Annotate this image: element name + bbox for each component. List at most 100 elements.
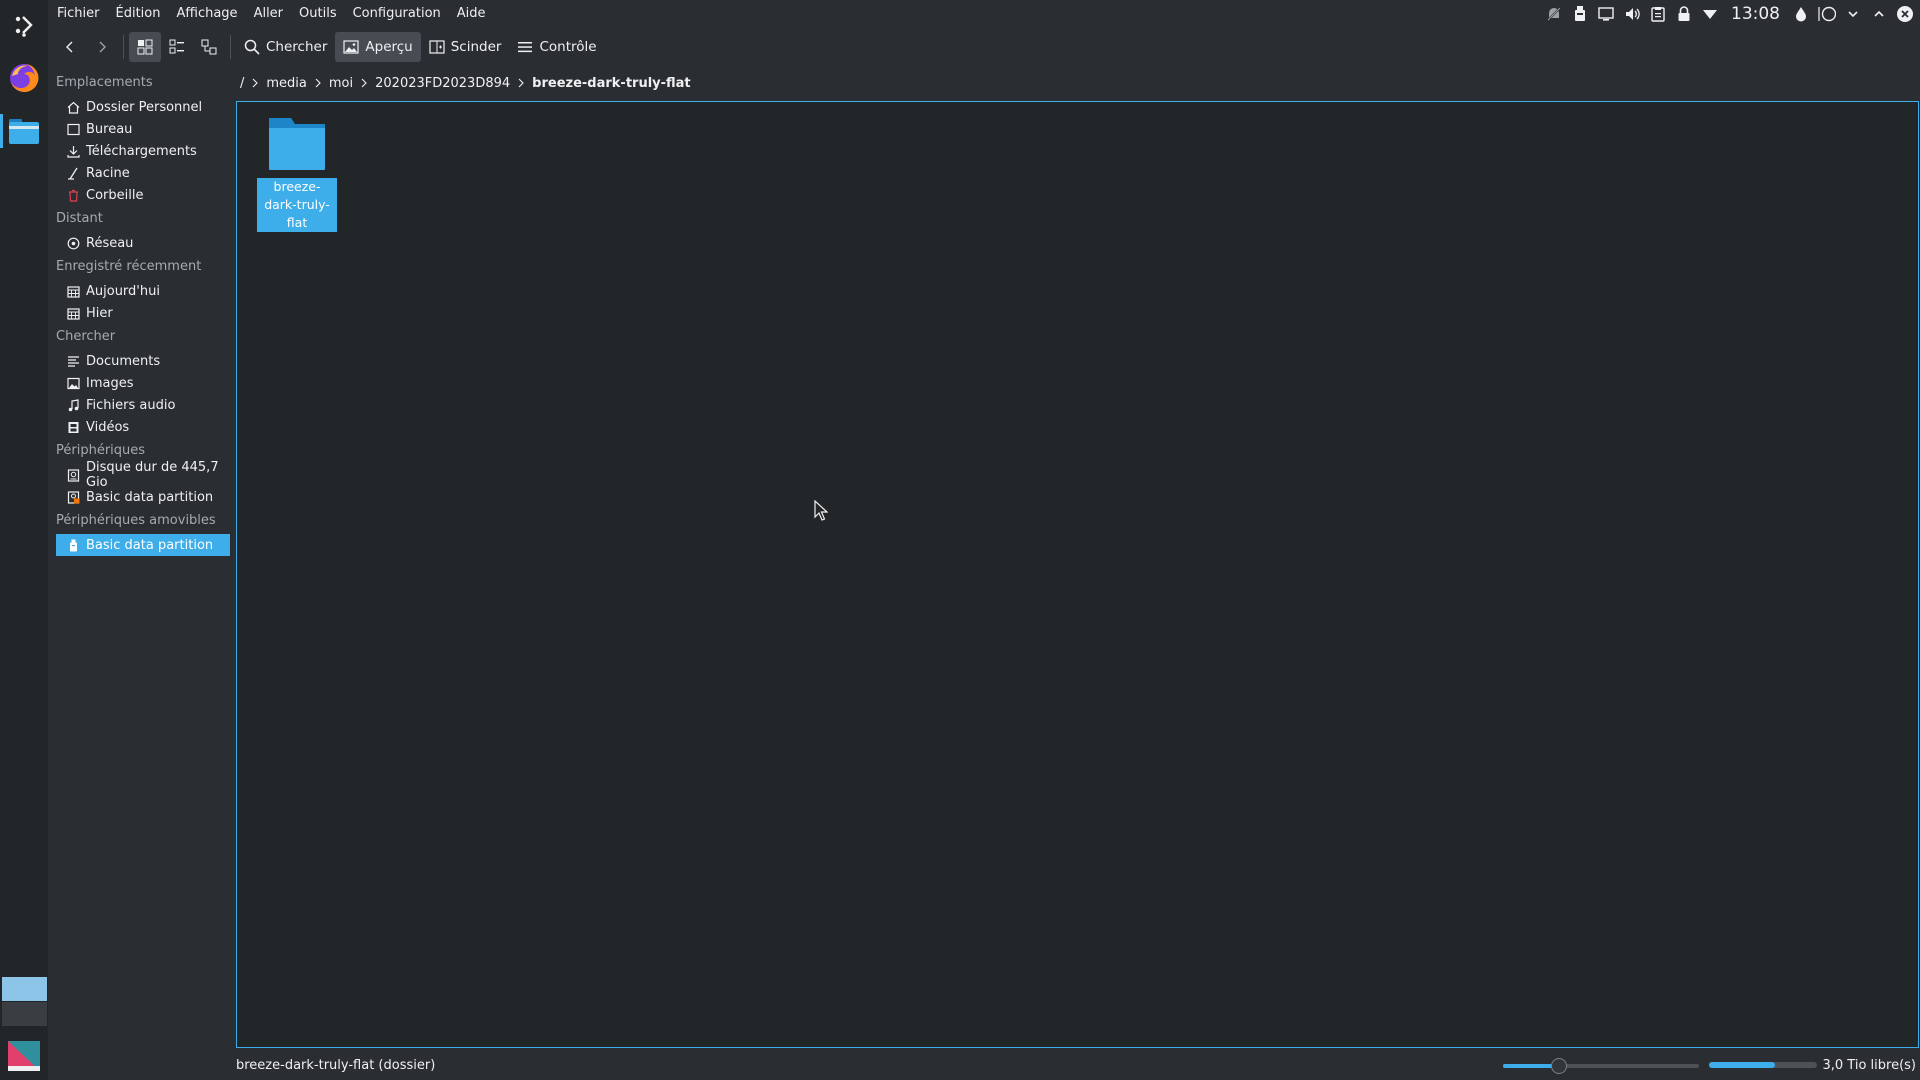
krita-app-icon[interactable] (0, 1038, 48, 1074)
toolbar-separator (230, 35, 231, 59)
video-icon (66, 420, 80, 434)
menu-configuration[interactable]: Configuration (345, 0, 449, 28)
place-item-removable-basic-data-partition[interactable]: Basic data partition (56, 534, 230, 556)
dolphin-file-manager-icon[interactable] (0, 110, 48, 152)
breadcrumb-part-moi[interactable]: moi (325, 76, 357, 91)
place-item-label: Aujourd'hui (86, 283, 160, 299)
place-item-network[interactable]: Réseau (56, 232, 230, 254)
close-window-icon[interactable] (1896, 5, 1914, 23)
hamburger-menu-icon (518, 42, 533, 53)
volume-icon[interactable] (1623, 5, 1641, 23)
place-item-label: Corbeille (86, 187, 144, 203)
place-item-trash[interactable]: Corbeille (56, 184, 230, 206)
main-toolbar: Chercher Aperçu Scinder Contrôle (48, 30, 1920, 64)
status-bar: breeze-dark-truly-flat (dossier) 3,0 Tio… (236, 1052, 1920, 1078)
menu-fichier[interactable]: Fichier (48, 0, 108, 28)
group-title: Enregistré récemment (56, 259, 202, 274)
place-item-label: Dossier Personnel (86, 99, 203, 115)
place-item-label: Images (86, 375, 134, 391)
place-item-harddisk[interactable]: Disque dur de 445,7 Gio (56, 460, 230, 490)
split-button[interactable]: Scinder (421, 32, 510, 62)
breadcrumb-part-media[interactable]: media (262, 76, 311, 91)
zoom-slider[interactable] (1502, 1055, 1699, 1075)
control-menu-button[interactable]: Contrôle (509, 32, 604, 62)
place-item-documents[interactable]: Documents (56, 350, 230, 372)
left-taskbar-panel (0, 0, 48, 1080)
place-item-basic-data-partition[interactable]: Basic data partition (56, 486, 230, 508)
usb-device-icon[interactable] (1571, 5, 1589, 23)
control-menu-label: Contrôle (539, 39, 597, 55)
application-launcher-icon[interactable] (0, 8, 48, 42)
place-item-downloads[interactable]: Téléchargements (56, 140, 230, 162)
forward-button[interactable] (86, 32, 118, 62)
calendar-icon (66, 284, 80, 298)
status-circle-icon[interactable] (1818, 5, 1836, 23)
usb-drive-icon (66, 538, 80, 552)
details-view-button[interactable] (193, 32, 225, 62)
split-view-icon (429, 40, 445, 54)
breadcrumb-root[interactable]: / (236, 76, 248, 91)
display-icon[interactable] (1597, 5, 1615, 23)
chevron-down-icon[interactable] (1844, 5, 1862, 23)
group-title: Distant (56, 211, 103, 226)
breadcrumb-current[interactable]: breeze-dark-truly-flat (528, 76, 695, 91)
menu-outils[interactable]: Outils (291, 0, 345, 28)
compact-view-button[interactable] (161, 32, 193, 62)
firefox-icon[interactable] (0, 58, 48, 98)
search-button[interactable]: Chercher (236, 32, 335, 62)
chevron-up-icon[interactable] (1870, 5, 1888, 23)
place-item-label: Hier (86, 305, 113, 321)
chevron-right-icon[interactable] (357, 78, 371, 88)
menu-aide[interactable]: Aide (449, 0, 494, 28)
virtual-desktop-2[interactable] (2, 1002, 47, 1026)
menu-affichage[interactable]: Affichage (168, 0, 245, 28)
status-text: breeze-dark-truly-flat (dossier) (236, 1057, 436, 1073)
night-color-icon[interactable] (1792, 5, 1810, 23)
group-title: Périphériques amovibles (56, 513, 216, 528)
place-item-images[interactable]: Images (56, 372, 230, 394)
home-icon (66, 100, 80, 114)
place-item-audio[interactable]: Fichiers audio (56, 394, 230, 416)
lock-icon[interactable] (1675, 5, 1693, 23)
notifications-disabled-icon[interactable] (1545, 5, 1563, 23)
chevron-right-icon[interactable] (248, 78, 262, 88)
split-button-label: Scinder (450, 39, 502, 55)
zoom-slider-handle[interactable] (1551, 1058, 1568, 1074)
place-item-label: Téléchargements (86, 143, 197, 159)
back-button[interactable] (54, 32, 86, 62)
virtual-desktop-pager[interactable] (2, 977, 47, 1027)
trash-icon (66, 188, 80, 202)
chevron-right-icon[interactable] (514, 78, 528, 88)
clipboard-icon[interactable] (1649, 5, 1667, 23)
download-icon (66, 144, 80, 158)
menu-aller[interactable]: Aller (246, 0, 291, 28)
chevron-right-icon[interactable] (311, 78, 325, 88)
folder-item[interactable]: breeze-dark-truly-flat (257, 116, 337, 232)
preview-button[interactable]: Aperçu (335, 32, 421, 62)
virtual-desktop-1[interactable] (2, 977, 47, 1001)
preview-button-label: Aperçu (365, 39, 413, 55)
file-view[interactable]: breeze-dark-truly-flat (236, 101, 1919, 1048)
clock[interactable]: 13:08 (1727, 4, 1784, 24)
free-space-bar[interactable] (1708, 1062, 1817, 1068)
network-wifi-icon[interactable] (1701, 5, 1719, 23)
place-item-root[interactable]: Racine (56, 162, 230, 184)
place-item-today[interactable]: Aujourd'hui (56, 280, 230, 302)
folder-item-label: breeze-dark-truly-flat (257, 178, 337, 232)
status-right: 3,0 Tio libre(s) (1502, 1052, 1917, 1078)
place-item-yesterday[interactable]: Hier (56, 302, 230, 324)
places-group-distant: Distant Réseau (56, 206, 236, 254)
place-item-videos[interactable]: Vidéos (56, 416, 230, 438)
icons-view-button[interactable] (129, 32, 161, 62)
place-item-desktop[interactable]: Bureau (56, 118, 230, 140)
place-item-label: Vidéos (86, 419, 130, 435)
places-group-recent: Enregistré récemment Aujourd'hui Hier (56, 254, 236, 324)
free-space-text[interactable]: 3,0 Tio libre(s) (1823, 1058, 1917, 1073)
menu-edition[interactable]: Édition (108, 0, 169, 28)
mouse-cursor-icon (814, 500, 828, 521)
breadcrumb-part-device[interactable]: 202023FD2023D894 (371, 76, 514, 91)
breadcrumb: / media moi 202023FD2023D894 breeze-dark… (236, 72, 695, 94)
document-icon (66, 354, 80, 368)
place-item-home[interactable]: Dossier Personnel (56, 96, 230, 118)
place-item-label: Fichiers audio (86, 397, 176, 413)
